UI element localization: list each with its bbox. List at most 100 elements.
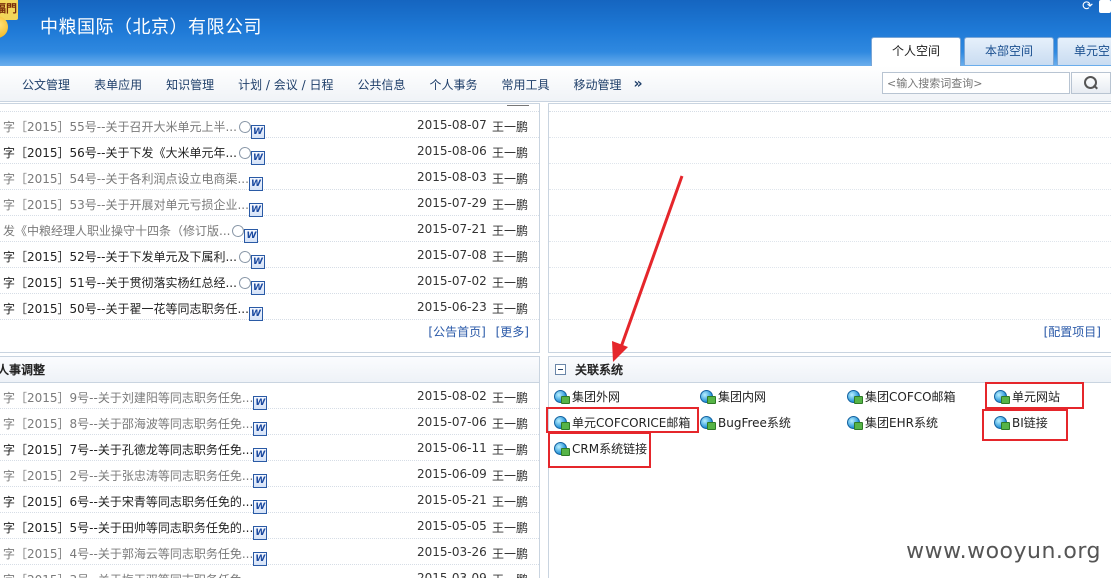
row-author: 王一鹏 (492, 302, 529, 316)
row-title[interactable]: 字［2015］50号--关于翟一花等同志职务任... W (3, 300, 263, 321)
table-row[interactable]: 字［2015］7号--关于孔德龙等同志职务任免... W 2015-06-11 王一鹏 (0, 435, 539, 462)
menu-item-forms[interactable]: 表单应用 (94, 76, 142, 93)
row-date: 2015-08-06 (417, 144, 487, 158)
notice-home-link[interactable]: [公告首页] (428, 325, 485, 339)
row-date: 2015-07-02 (417, 274, 487, 288)
row-title[interactable]: 字［2015］5号--关于田帅等同志职务任免的... W (3, 519, 268, 540)
menu-item-knowledge[interactable]: 知识管理 (166, 76, 214, 93)
main-menu-bar: | 公文管理 表单应用 知识管理 计划 / 会议 / 日程 公共信息 个人事务 … (0, 66, 1111, 102)
word-doc-icon: W (250, 281, 265, 295)
table-row[interactable]: 字［2015］56号--关于下发《大米单元年... W 2015-08-06 王一鹏 (0, 138, 539, 165)
table-row[interactable]: 字［2015］55号--关于召开大米单元上半... W 2015-08-07 王一鹏 (0, 112, 539, 139)
config-items-link[interactable]: [配置项目] (1044, 325, 1101, 339)
table-row[interactable]: 字［2015］6号--关于宋青等同志职务任免的... W 2015-05-21 王一鹏 (0, 487, 539, 514)
word-doc-icon: W (253, 422, 268, 436)
personnel-panel-header: 人事调整 (0, 357, 539, 383)
search-button[interactable] (1071, 72, 1111, 94)
row-title[interactable]: 字［2015］3号--关于梅玉双等同志职务任免W (3, 571, 256, 578)
tab-department-space[interactable]: 本部空间 (964, 37, 1054, 65)
row-title[interactable]: 字［2015］54号--关于各利润点设立电商渠... W (3, 170, 263, 191)
word-doc-icon: W (253, 500, 268, 514)
word-doc-icon: W (244, 229, 259, 243)
refresh-icon[interactable]: ⟳ (1082, 0, 1093, 14)
row-title[interactable]: 字［2015］53号--关于开展对单元亏损企业... W (3, 196, 263, 217)
menu-item-mobile[interactable]: 移动管理 (574, 76, 622, 93)
system-link-group-ehr[interactable]: 集团EHR系统 (846, 413, 938, 433)
row-author: 王一鹏 (492, 146, 529, 160)
window-icon[interactable] (1099, 0, 1111, 13)
row-title[interactable]: 字［2015］7号--关于孔德龙等同志职务任免... W (3, 441, 268, 462)
system-link-group-intranet[interactable]: 集团内网 (699, 387, 766, 407)
row-title[interactable]: 字［2015］6号--关于宋青等同志职务任免的... W (3, 493, 268, 514)
table-row[interactable]: 字［2015］8号--关于邵海波等同志职务任免... W 2015-07-06 王一鹏 (0, 409, 539, 436)
notice-panel: 字［2015］55号--关于召开大米单元上半... W 2015-08-07 王一鹏字… (0, 103, 540, 353)
notice-more-link[interactable]: [更多] (496, 325, 529, 339)
row-date: 2015-03-26 (417, 545, 487, 559)
globe-icon (699, 415, 716, 430)
row-title[interactable]: 字［2015］55号--关于召开大米单元上半... W (3, 118, 265, 139)
menu-item-plans[interactable]: 计划 / 会议 / 日程 (238, 76, 333, 93)
collapse-icon[interactable] (555, 364, 566, 375)
menu-item-personal[interactable]: 个人事务 (429, 76, 477, 93)
table-row[interactable]: 字［2015］54号--关于各利润点设立电商渠... W 2015-08-03 王一鹏 (0, 164, 539, 191)
system-link-cofco-mail[interactable]: 集团COFCO邮箱 (846, 387, 956, 407)
menu-item-tools[interactable]: 常用工具 (501, 76, 549, 93)
row-title[interactable]: 字［2015］51号--关于贯彻落实杨红总经... W (3, 274, 265, 295)
row-date: 2015-07-08 (417, 248, 487, 262)
menu-item-public-info[interactable]: 公共信息 (357, 76, 405, 93)
word-doc-icon: W (253, 474, 268, 488)
personnel-title: 人事调整 (0, 363, 46, 377)
row-author: 王一鹏 (492, 276, 529, 290)
system-link-bugfree[interactable]: BugFree系统 (699, 413, 791, 433)
tab-personal-space[interactable]: 个人空间 (871, 37, 961, 66)
company-logo: 福門 (0, 0, 32, 44)
annotation-box-cofcorice-mail (546, 407, 699, 433)
row-author: 王一鹏 (492, 469, 529, 483)
table-row[interactable]: 发《中粮经理人职业操守十四条（修订版... W 2015-07-21 王一鹏 (0, 216, 539, 243)
row-title[interactable]: 字［2015］4号--关于郭海云等同志职务任免... W (3, 545, 268, 566)
word-doc-icon: W (253, 552, 268, 566)
table-row[interactable]: 字［2015］3号--关于梅玉双等同志职务任免W 2015-03-09 王一鹏 (0, 565, 539, 578)
row-date: 2015-06-11 (417, 441, 487, 455)
header-tools: ⟳ (1082, 0, 1111, 14)
row-date: 2015-08-07 (417, 118, 487, 132)
row-author: 王一鹏 (492, 521, 529, 535)
table-row[interactable]: 字［2015］2号--关于张忠涛等同志职务任免... W 2015-06-09 王一鹏 (0, 461, 539, 488)
row-title[interactable]: 发《中粮经理人职业操守十四条（修订版... W (3, 222, 259, 243)
search-input[interactable] (882, 72, 1070, 94)
tab-unit-space[interactable]: 单元空 (1057, 37, 1111, 65)
panel-header-strip (549, 104, 1111, 112)
table-row[interactable]: 字［2015］9号--关于刘建阳等同志职务任免... W 2015-08-02 王一鹏 (0, 383, 539, 410)
row-title[interactable]: 字［2015］8号--关于邵海波等同志职务任免... W (3, 415, 268, 436)
menu-item-documents[interactable]: 公文管理 (22, 76, 70, 93)
row-title[interactable]: 字［2015］9号--关于刘建阳等同志职务任免... W (3, 389, 268, 410)
word-doc-icon: W (248, 203, 263, 217)
globe-icon (846, 415, 863, 430)
table-row[interactable]: 字［2015］52号--关于下发单元及下属利... W 2015-07-08 王一鹏 (0, 242, 539, 269)
row-title[interactable]: 字［2015］52号--关于下发单元及下属利... W (3, 248, 265, 269)
row-date: 2015-07-06 (417, 415, 487, 429)
annotation-box-bi (982, 409, 1068, 441)
system-link-group-extranet[interactable]: 集团外网 (553, 387, 620, 407)
globe-icon (699, 389, 716, 404)
row-author: 王一鹏 (492, 571, 528, 578)
notice-list: 字［2015］55号--关于召开大米单元上半... W 2015-08-07 王一鹏字… (0, 112, 539, 321)
row-author: 王一鹏 (492, 443, 529, 457)
space-tabs: 个人空间 本部空间 单元空 (871, 37, 1111, 66)
table-row[interactable]: 字［2015］51号--关于贯彻落实杨红总经... W 2015-07-02 王一鹏 (0, 268, 539, 295)
table-row[interactable]: 字［2015］53号--关于开展对单元亏损企业... W 2015-07-29 王一鹏 (0, 190, 539, 217)
search-icon (1084, 76, 1098, 90)
row-date: 2015-06-09 (417, 467, 487, 481)
row-title[interactable]: 字［2015］56号--关于下发《大米单元年... W (3, 144, 265, 165)
globe-icon (846, 389, 863, 404)
table-row[interactable]: 字［2015］4号--关于郭海云等同志职务任免... W 2015-03-26 王一鹏 (0, 539, 539, 566)
related-systems-title: 关联系统 (575, 363, 624, 377)
menu-more-button[interactable]: » (634, 76, 643, 92)
word-doc-icon: W (253, 396, 268, 410)
row-title[interactable]: 字［2015］2号--关于张忠涛等同志职务任免... W (3, 467, 268, 488)
table-row[interactable]: 字［2015］5号--关于田帅等同志职务任免的... W 2015-05-05 王一鹏 (0, 513, 539, 540)
annotation-box-crm (548, 432, 651, 468)
row-author: 王一鹏 (492, 250, 529, 264)
table-row[interactable]: 字［2015］50号--关于翟一花等同志职务任... W 2015-06-23 王一鹏 (0, 294, 539, 321)
row-date: 2015-06-23 (417, 300, 487, 314)
